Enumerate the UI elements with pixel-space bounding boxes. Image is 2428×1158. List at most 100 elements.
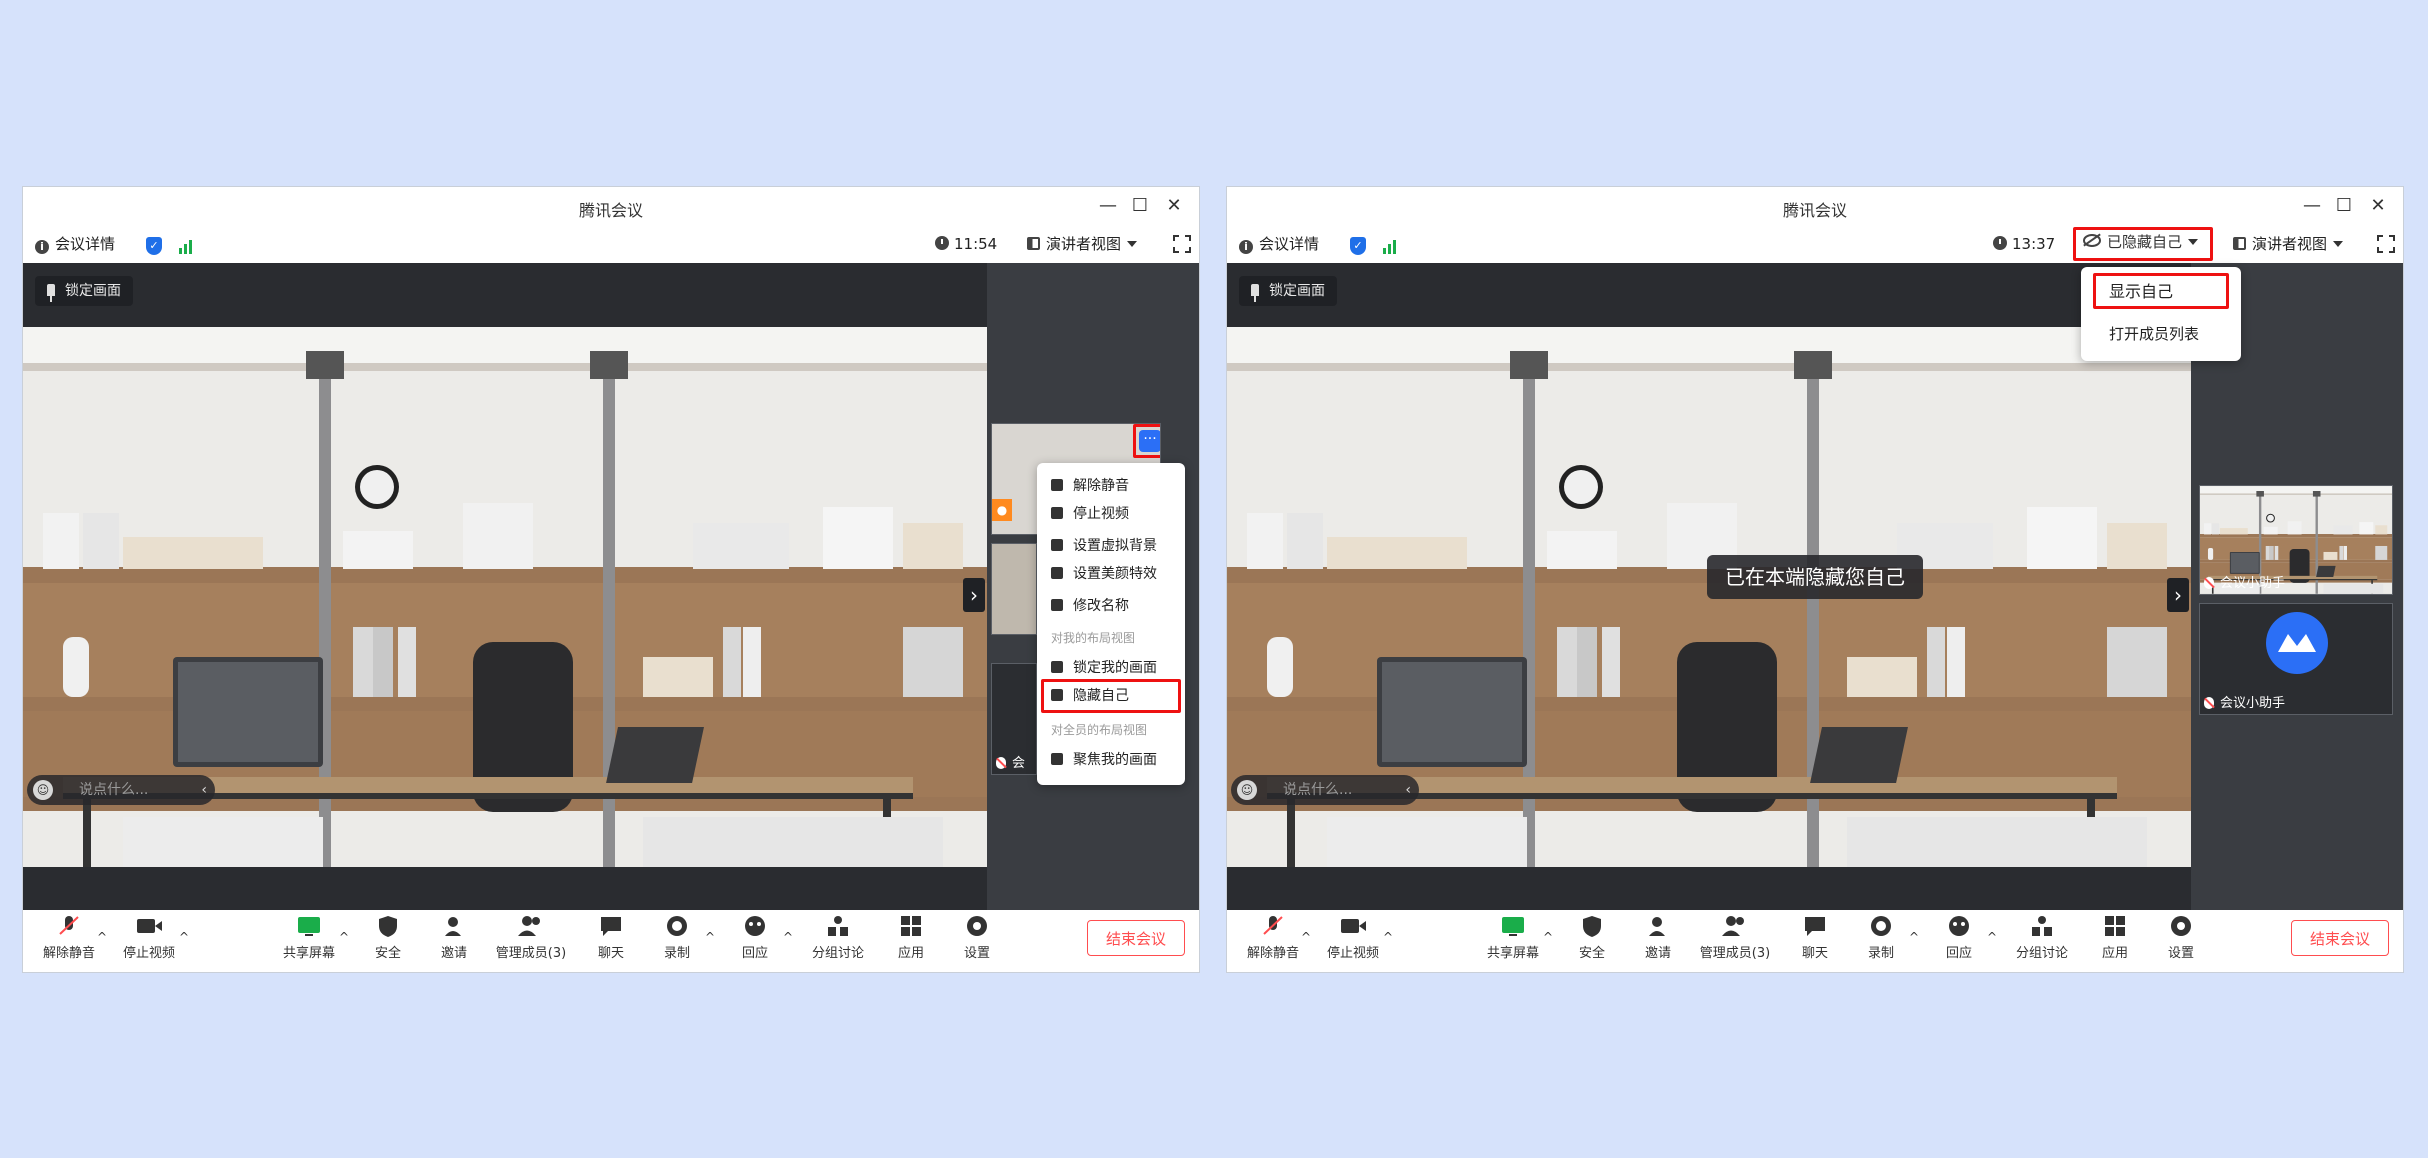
breakout-button[interactable]: 分组讨论 — [805, 914, 871, 961]
settings-button[interactable]: 设置 — [2161, 914, 2201, 961]
stop-video-button[interactable]: 停止视频 — [119, 914, 179, 961]
participant-thumbnail[interactable]: 会议小助手 — [2199, 603, 2393, 715]
security-button[interactable]: 安全 — [363, 914, 413, 961]
chevron-up-icon[interactable]: ^ — [179, 930, 189, 944]
meeting-details-label: 会议详情 — [1259, 235, 1320, 253]
members-icon — [493, 914, 569, 938]
tencent-meeting-logo-icon — [2266, 612, 2328, 674]
highlight-box — [2073, 227, 2213, 261]
meeting-details-button[interactable]: i 会议详情 — [35, 234, 115, 254]
close-icon[interactable]: ✕ — [1161, 193, 1187, 219]
settings-button[interactable]: 设置 — [957, 914, 997, 961]
unmute-button[interactable]: 解除静音 — [39, 914, 99, 961]
next-page-arrow[interactable]: › — [963, 578, 985, 612]
security-button[interactable]: 安全 — [1567, 914, 1617, 961]
chevron-left-icon[interactable]: ‹ — [1405, 775, 1411, 805]
breakout-icon — [2009, 914, 2075, 938]
react-button[interactable]: 回应 — [735, 914, 775, 961]
unmute-button[interactable]: 解除静音 — [1243, 914, 1303, 961]
emoji-icon[interactable]: ☺ — [33, 780, 53, 800]
participant-thumbnail[interactable] — [991, 543, 1037, 635]
invite-button[interactable]: 邀请 — [431, 914, 477, 961]
chat-input-bar[interactable]: ☺ 说点什么... ‹ — [1231, 775, 1419, 805]
security-shield-icon[interactable]: ✓ — [146, 234, 162, 255]
chevron-up-icon[interactable]: ^ — [1909, 930, 1919, 944]
menu-item-rename[interactable]: 修改名称 — [1051, 595, 1129, 617]
react-button[interactable]: 回应 — [1939, 914, 1979, 961]
fullscreen-icon[interactable] — [1173, 235, 1191, 253]
highlight-box — [1133, 424, 1160, 458]
emoji-icon[interactable]: ☺ — [1237, 780, 1257, 800]
chevron-up-icon[interactable]: ^ — [1543, 930, 1553, 944]
chevron-up-icon[interactable]: ^ — [705, 930, 715, 944]
meeting-details-button[interactable]: i 会议详情 — [1239, 234, 1319, 254]
view-mode-label: 演讲者视图 — [1046, 235, 1122, 253]
lock-screen-button[interactable]: 锁定画面 — [1239, 276, 1337, 306]
lock-screen-button[interactable]: 锁定画面 — [35, 276, 133, 306]
chat-button[interactable]: 聊天 — [1795, 914, 1835, 961]
menu-item-lock-my-view[interactable]: 锁定我的画面 — [1051, 657, 1157, 679]
participant-thumbnail[interactable]: 会 — [991, 663, 1037, 775]
view-mode-label: 演讲者视图 — [2252, 235, 2328, 253]
stop-video-button[interactable]: 停止视频 — [1323, 914, 1383, 961]
menu-item-stop-video[interactable]: 停止视频 — [1051, 503, 1129, 525]
next-page-arrow[interactable]: › — [2167, 578, 2189, 612]
signal-icon[interactable] — [179, 234, 194, 254]
chevron-up-icon[interactable]: ^ — [97, 930, 107, 944]
minimize-icon[interactable]: — — [1095, 193, 1121, 219]
video-icon — [119, 914, 179, 938]
menu-item-beauty[interactable]: 设置美颜特效 — [1051, 563, 1157, 585]
maximize-icon[interactable]: ☐ — [2331, 193, 2357, 219]
chevron-up-icon[interactable]: ^ — [339, 930, 349, 944]
chevron-up-icon[interactable]: ^ — [783, 930, 793, 944]
menu-item-virtual-bg[interactable]: 设置虚拟背景 — [1051, 535, 1157, 557]
manage-members-button[interactable]: 管理成员(3) — [1697, 914, 1773, 961]
share-screen-button[interactable]: 共享屏幕 — [279, 914, 339, 961]
minimize-icon[interactable]: — — [2299, 193, 2325, 219]
menu-item-focus-my-view[interactable]: 聚焦我的画面 — [1051, 749, 1157, 771]
breakout-button[interactable]: 分组讨论 — [2009, 914, 2075, 961]
end-meeting-button[interactable]: 结束会议 — [1087, 920, 1185, 956]
meeting-time: 13:37 — [1993, 234, 2055, 254]
breakout-icon — [805, 914, 871, 938]
mic-muted-icon — [39, 914, 99, 938]
open-member-list-item[interactable]: 打开成员列表 — [2109, 323, 2199, 345]
close-icon[interactable]: ✕ — [2365, 193, 2391, 219]
chat-button[interactable]: 聊天 — [591, 914, 631, 961]
participant-context-menu: 解除静音 停止视频 设置虚拟背景 设置美颜特效 修改名称 对我的布局视图 锁定我… — [1037, 463, 1185, 785]
chevron-up-icon[interactable]: ^ — [1301, 930, 1311, 944]
maximize-icon[interactable]: ☐ — [1127, 193, 1153, 219]
section-my-layout: 对我的布局视图 — [1051, 631, 1136, 645]
mic-muted-icon — [2204, 577, 2214, 589]
chat-icon — [1795, 914, 1835, 938]
share-screen-button[interactable]: 共享屏幕 — [1483, 914, 1543, 961]
pin-icon — [1251, 284, 1259, 302]
menu-item-unmute[interactable]: 解除静音 — [1051, 475, 1129, 497]
lock-screen-label: 锁定画面 — [1269, 283, 1325, 299]
highlight-box — [1041, 679, 1181, 713]
chevron-left-icon[interactable]: ‹ — [201, 775, 207, 805]
chat-input-bar[interactable]: ☺ 说点什么... ‹ — [27, 775, 215, 805]
fullscreen-icon[interactable] — [2377, 235, 2395, 253]
mic-muted-icon — [2204, 697, 2214, 709]
apps-button[interactable]: 应用 — [891, 914, 931, 961]
bottom-toolbar: 解除静音 ^ 停止视频 ^ 共享屏幕 ^ 安全 邀请 管理成员(3) 聊天 录制… — [1227, 910, 2403, 972]
bottom-toolbar: 解除静音 ^ 停止视频 ^ 共享屏幕 ^ 安全 邀请 管理成员(3) 聊天 录制… — [23, 910, 1199, 972]
view-mode-dropdown[interactable]: 演讲者视图 — [1027, 234, 1138, 254]
security-shield-icon[interactable]: ✓ — [1350, 234, 1366, 255]
chevron-up-icon[interactable]: ^ — [1383, 930, 1393, 944]
manage-members-button[interactable]: 管理成员(3) — [493, 914, 569, 961]
record-button[interactable]: 录制 — [1861, 914, 1901, 961]
participant-thumbnail[interactable]: 会议小助手 — [2199, 485, 2393, 595]
hidden-self-toast: 已在本端隐藏您自己 — [1707, 555, 1923, 599]
apps-button[interactable]: 应用 — [2095, 914, 2135, 961]
gear-icon — [2161, 914, 2201, 938]
view-mode-dropdown[interactable]: 演讲者视图 — [2233, 234, 2344, 254]
end-meeting-button[interactable]: 结束会议 — [2291, 920, 2389, 956]
chevron-up-icon[interactable]: ^ — [1987, 930, 1997, 944]
share-screen-icon — [1483, 914, 1543, 938]
invite-button[interactable]: 邀请 — [1635, 914, 1681, 961]
signal-icon[interactable] — [1383, 234, 1398, 254]
record-button[interactable]: 录制 — [657, 914, 697, 961]
meeting-window-left: 腾讯会议 — ☐ ✕ i 会议详情 ✓ 11:54 演讲者视图 锁定画面 ● ·· — [22, 186, 1200, 973]
